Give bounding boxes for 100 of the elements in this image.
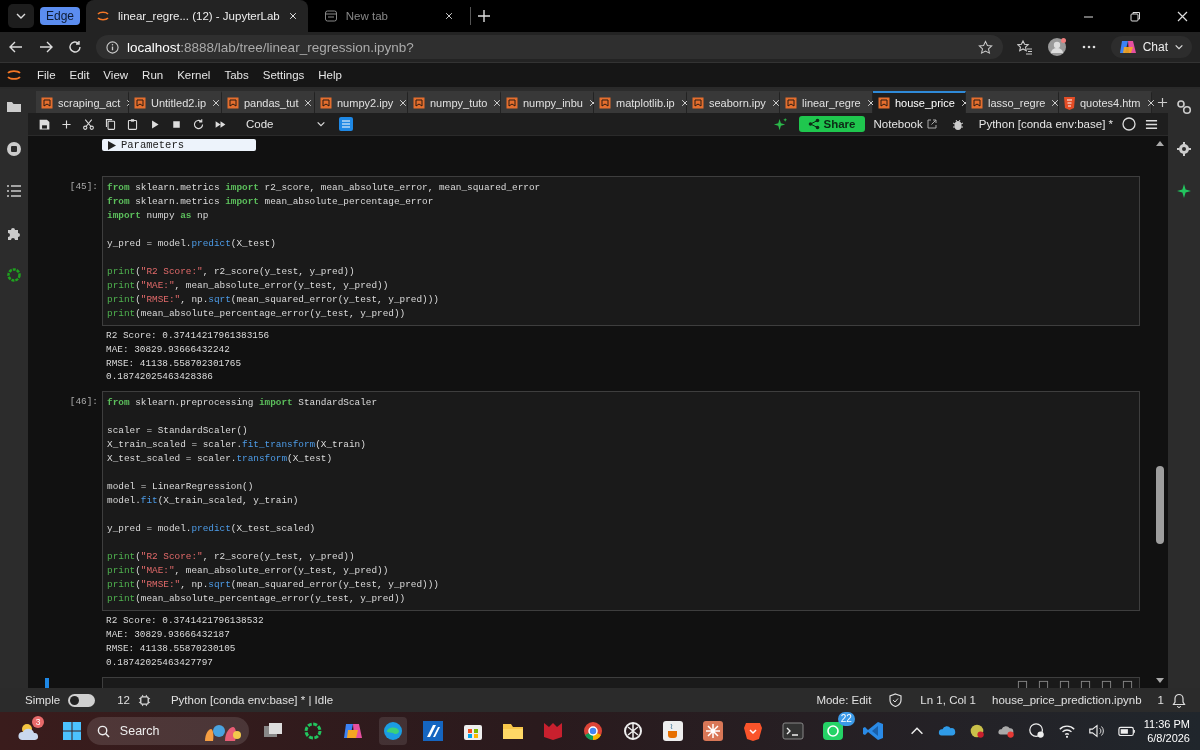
info-icon[interactable] [106, 40, 119, 54]
document-tab[interactable]: lasso_regre [966, 91, 1059, 113]
document-tab[interactable]: numpy2.ipy [315, 91, 408, 113]
terminal-count[interactable]: 12 [117, 694, 130, 706]
menu-item[interactable]: Kernel [170, 69, 218, 81]
bug-icon[interactable] [951, 117, 964, 131]
close-icon[interactable] [1145, 98, 1156, 108]
document-tab[interactable]: pandas_tut [222, 91, 315, 113]
menu-item[interactable]: File [30, 69, 63, 81]
sparkle-icon[interactable] [1176, 183, 1192, 199]
document-tab[interactable]: seaborn.ipy [687, 91, 780, 113]
close-icon[interactable] [211, 98, 222, 108]
star-icon[interactable] [977, 39, 993, 55]
profile-avatar-icon[interactable] [1046, 37, 1067, 57]
new-tab-icon[interactable] [476, 9, 491, 23]
document-tab[interactable]: Untitled2.ip [129, 91, 222, 113]
document-tab[interactable]: scraping_act [36, 91, 129, 113]
chat-bubble-icon[interactable] [821, 720, 844, 742]
close-icon[interactable] [303, 98, 314, 108]
sparkle-icon[interactable] [772, 116, 788, 132]
close-icon[interactable] [1050, 98, 1061, 108]
coffee-cup-icon[interactable] [661, 720, 684, 742]
code-cell[interactable] [102, 176, 1140, 326]
parameters-toggle[interactable]: Parameters [102, 139, 256, 151]
notebook-link[interactable]: Notebook [873, 118, 937, 130]
kernel-name[interactable]: Python [conda env:base] * [978, 118, 1113, 130]
notification-badge: 22 [837, 712, 855, 726]
search-field[interactable]: Search [86, 717, 249, 745]
tab-list-button[interactable] [8, 4, 34, 28]
menu-item[interactable]: Help [311, 69, 349, 81]
document-tab[interactable]: numpy_tuto [408, 91, 501, 113]
stop-circle-icon[interactable] [6, 141, 22, 157]
close-icon[interactable] [770, 98, 781, 108]
menu-item[interactable]: View [96, 69, 136, 81]
kernel-chip-icon[interactable] [137, 693, 151, 707]
shield-icon[interactable] [889, 693, 903, 707]
clock-time[interactable]: 11:36 PM [1143, 717, 1190, 731]
cell-type-dropdown[interactable]: Code [242, 118, 330, 130]
speaker-icon[interactable] [1087, 722, 1106, 740]
scrollbar-thumb[interactable] [1156, 466, 1164, 544]
copy-icon[interactable] [104, 117, 117, 131]
close-icon[interactable] [287, 11, 298, 21]
scroll-up-icon[interactable] [1156, 140, 1164, 146]
close-icon[interactable] [443, 11, 454, 21]
chat-button[interactable]: Chat [1110, 36, 1192, 58]
burst-icon[interactable] [701, 720, 724, 742]
cursor-position[interactable]: Ln 1, Col 1 [920, 694, 976, 706]
document-tab[interactable]: quotes4.htm [1059, 91, 1152, 113]
browser-tab[interactable]: linear_regre... (12) - JupyterLab [86, 0, 308, 32]
add-tab-icon[interactable] [1157, 96, 1168, 108]
close-icon[interactable] [1177, 10, 1188, 22]
clock-date[interactable]: 6/8/2026 [1147, 731, 1190, 745]
menu-icon[interactable] [1145, 117, 1158, 131]
menu-item[interactable]: Settings [255, 69, 312, 81]
puzzle-icon[interactable] [6, 225, 22, 241]
document-tab[interactable]: house_price [873, 91, 966, 113]
chrome-icon[interactable] [581, 720, 604, 742]
favorites-icon[interactable] [1016, 39, 1033, 55]
document-tab[interactable]: numpy_inbu [501, 91, 594, 113]
pen-tool-icon[interactable] [421, 720, 444, 742]
code-editor-icon[interactable] [861, 720, 884, 742]
notification-count[interactable]: 1 [1157, 694, 1164, 706]
cut-icon[interactable] [82, 117, 95, 131]
paste-icon[interactable] [126, 117, 139, 131]
folder-icon[interactable] [6, 99, 22, 115]
jupyter-logo-icon[interactable] [6, 67, 22, 83]
start-icon[interactable] [62, 722, 81, 740]
simple-mode-toggle[interactable] [68, 693, 96, 707]
address-bar[interactable]: localhost:8888/lab/tree/linear_regression.ipynb? [96, 35, 1003, 59]
kernel-status[interactable]: Python [conda env:base] * | Idle [170, 694, 334, 706]
terminal-icon[interactable] [781, 720, 804, 742]
list-icon[interactable] [6, 183, 22, 199]
bell-icon[interactable] [1172, 692, 1186, 708]
code-cell[interactable] [102, 391, 1140, 612]
plus-icon[interactable] [60, 117, 73, 131]
edit-mode[interactable]: Mode: Edit [816, 694, 872, 706]
restore-icon[interactable] [1130, 10, 1141, 22]
document-tab[interactable]: matplotlib.ip [594, 91, 687, 113]
gears-icon[interactable] [1176, 99, 1192, 115]
close-icon[interactable] [492, 98, 503, 108]
shield-logo-icon[interactable] [541, 720, 564, 742]
back-icon[interactable] [8, 39, 24, 55]
document-tab[interactable]: linear_regre [780, 91, 873, 113]
menu-item[interactable]: Edit [62, 69, 97, 81]
save-icon[interactable] [38, 117, 51, 131]
code-line: model.fit(X_train_scaled, y_train) [107, 494, 300, 509]
browser-tab[interactable]: New tab [313, 0, 464, 32]
more-icon[interactable] [1080, 44, 1097, 50]
gear-icon[interactable] [1176, 141, 1192, 157]
restart-icon[interactable] [192, 117, 205, 131]
menu-item[interactable]: Run [135, 69, 171, 81]
share-button[interactable]: Share [798, 116, 865, 132]
forward-icon[interactable] [38, 39, 54, 55]
property-inspector-icon[interactable] [339, 117, 353, 131]
reload-icon[interactable] [68, 40, 82, 54]
menu-item[interactable]: Tabs [217, 69, 256, 81]
close-icon[interactable] [398, 98, 409, 108]
scroll-down-icon[interactable] [1156, 678, 1164, 684]
ring-icon[interactable] [6, 267, 22, 283]
wifi-icon[interactable] [1057, 722, 1076, 740]
